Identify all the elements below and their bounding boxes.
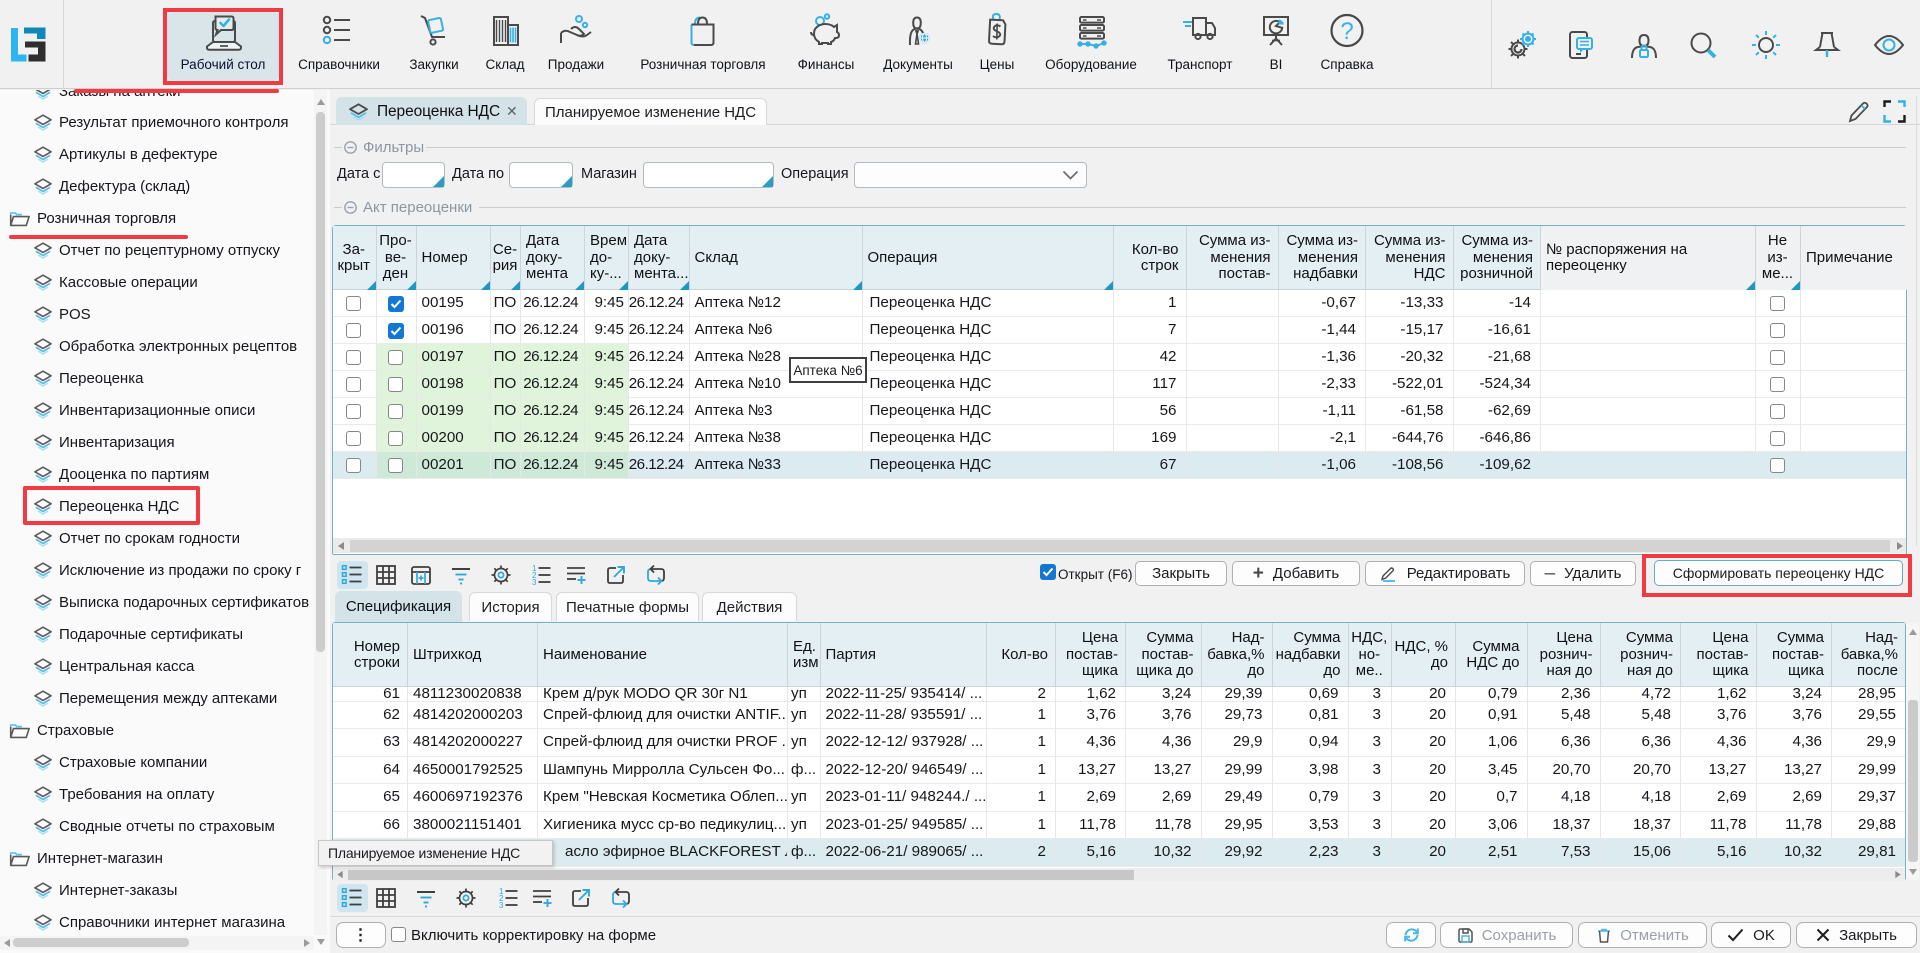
svg-text:3: 3: [499, 901, 504, 910]
svg-text:?: ?: [1340, 18, 1353, 45]
svg-text:3: 3: [532, 578, 537, 587]
